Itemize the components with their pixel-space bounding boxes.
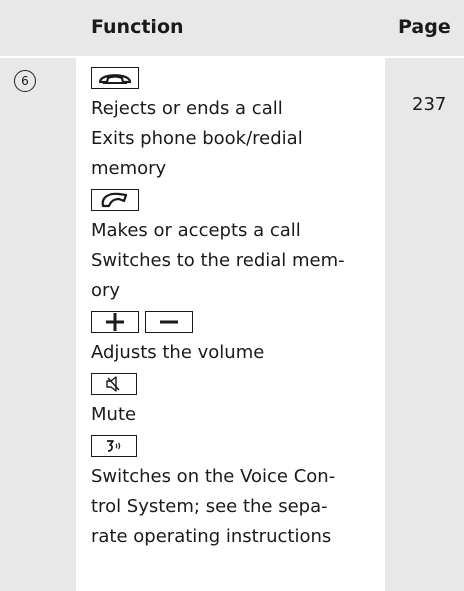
text-volume: Adjusts the volume — [91, 342, 265, 363]
plus-icon — [91, 311, 139, 333]
key-row-accept-call — [91, 184, 383, 216]
page-column-bg — [385, 0, 464, 591]
text-mute: Mute — [91, 404, 137, 425]
key-row-mute — [91, 368, 383, 400]
phone-pick-up-icon — [91, 189, 139, 211]
key-row-end-call — [91, 62, 383, 94]
key-row-volume — [91, 306, 383, 338]
function-table: Function Page 6 237 Rejects or ends a ca… — [0, 0, 464, 591]
text-voice-a: Switches on the Voice Con- — [91, 466, 336, 487]
item-number-badge: 6 — [14, 70, 36, 92]
key-row-voice — [91, 430, 383, 462]
text-redial-a: Switches to the redial mem- — [91, 250, 345, 271]
phone-hang-up-icon — [91, 67, 139, 89]
text-redial-b: ory — [91, 280, 121, 301]
text-accept-call: Makes or accepts a call — [91, 220, 301, 241]
text-voice-b: trol System; see the sepa- — [91, 496, 328, 517]
text-end-call: Rejects or ends a call — [91, 98, 283, 119]
page-header: Page — [398, 16, 451, 38]
function-header: Function — [91, 16, 184, 38]
voice-control-icon — [91, 435, 137, 457]
page-reference: 237 — [412, 94, 447, 115]
header-divider — [0, 56, 464, 58]
text-exit-phonebook-a: Exits phone book/redial — [91, 128, 303, 149]
function-description: Rejects or ends a call Exits phone book/… — [91, 62, 383, 552]
text-exit-phonebook-b: memory — [91, 158, 167, 179]
minus-icon — [145, 311, 193, 333]
number-column-bg — [0, 0, 76, 591]
mute-speaker-icon — [91, 373, 137, 395]
text-voice-c: rate operating instructions — [91, 526, 332, 547]
